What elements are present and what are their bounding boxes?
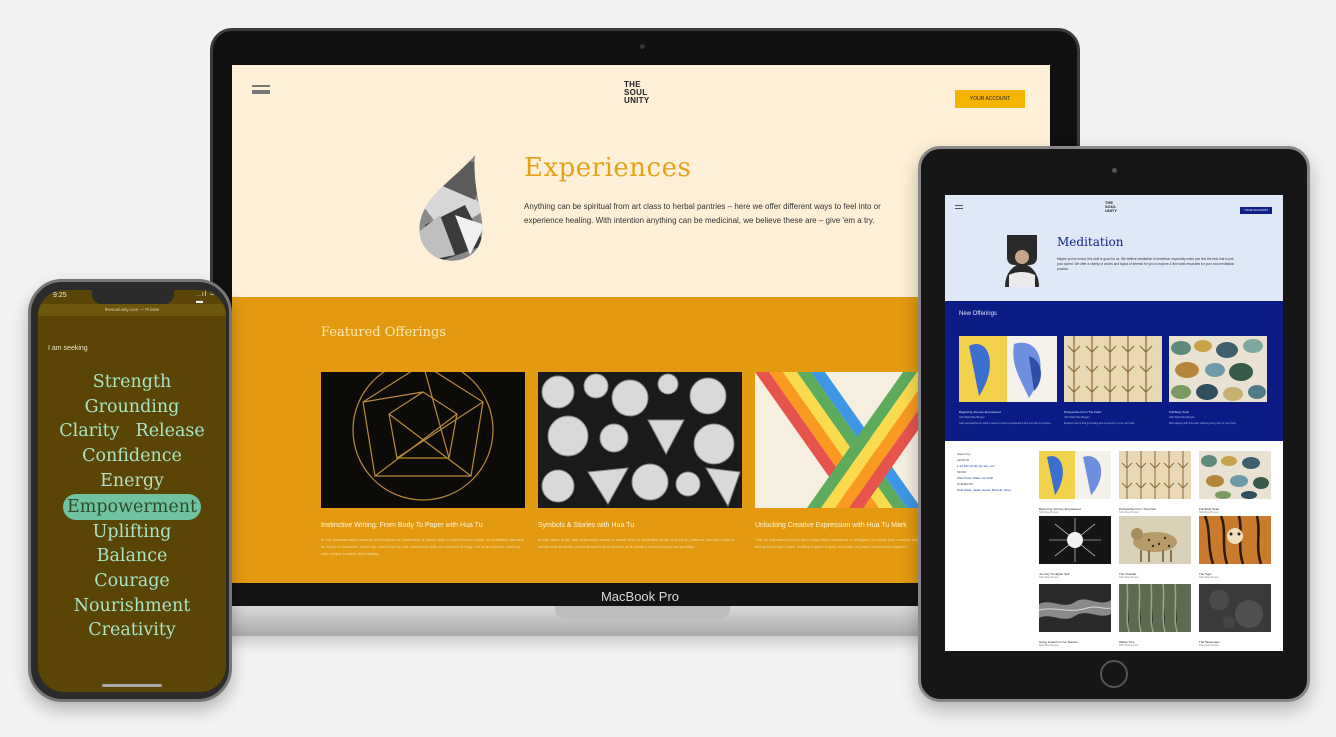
- grid-item[interactable]: Going Inward w/ Our Teacher Nikki Mae Be…: [1038, 584, 1112, 647]
- card-subtitle: with Nikki Mae Bergen: [1064, 416, 1090, 419]
- your-account-button[interactable]: YOUR ACCOUNT: [955, 90, 1025, 108]
- offering-card[interactable]: Symbols & Stories with Hua Tu In this cl…: [538, 372, 742, 550]
- word-energy[interactable]: Energy: [38, 469, 226, 494]
- item-subtitle: Nikki Mae Bergen: [1119, 511, 1139, 514]
- word-grounding[interactable]: Grounding: [38, 395, 226, 420]
- site-logo[interactable]: THE SOUL UNITY: [1105, 201, 1117, 213]
- card-title[interactable]: Perspective From The Field: [1064, 410, 1162, 414]
- word-row: Clarity Release: [38, 419, 226, 444]
- item-image: [1199, 451, 1271, 499]
- your-account-button[interactable]: YOUR ACCOUNT: [1240, 207, 1272, 214]
- card-description: Rest deeply with this scan relaxing ever…: [1169, 421, 1237, 425]
- tablet-hero: THE SOUL UNITY YOUR ACCOUNT Meditation May…: [945, 195, 1283, 301]
- tablet-home-button[interactable]: [1100, 660, 1128, 688]
- card-description: In this transformation session we'll exp…: [321, 537, 525, 556]
- hero-image: [419, 155, 483, 261]
- card-image: [538, 372, 742, 508]
- grid-item[interactable]: The Cheetah Nikki Mae Bergen: [1119, 516, 1191, 579]
- new-offering-card[interactable]: Full Body Scan with Nikki Mae Bergen Res…: [1169, 336, 1267, 425]
- featured-title: Featured Offerings: [321, 325, 447, 340]
- item-image: [1119, 451, 1191, 499]
- filter-sidebar: Search by LENGTH 1-10 Min 10-20 min 20+ …: [957, 451, 1027, 493]
- grid-item[interactable]: Journey To Higher Self Nikki Mae Bergen: [1039, 516, 1111, 579]
- laptop-notch: [555, 606, 730, 619]
- card-image: [321, 359, 525, 508]
- word-strength[interactable]: Strength: [38, 370, 226, 395]
- item-image: [1038, 584, 1112, 632]
- word-confidence[interactable]: Confidence: [38, 444, 226, 469]
- tablet-screen: THE SOUL UNITY YOUR ACCOUNT Meditation May…: [945, 195, 1283, 651]
- item-image: [1119, 583, 1191, 633]
- card-subtitle: with Nikki Mae Bergen: [959, 416, 985, 419]
- item-subtitle: Nikki Mae Bergen: [1119, 576, 1139, 579]
- new-offering-card[interactable]: Perspective From The Field with Nikki Ma…: [1064, 336, 1162, 425]
- item-image: [1039, 516, 1111, 564]
- grid-item[interactable]: Willow Tree Nikki Mae Bergen: [1119, 583, 1191, 647]
- phone-screen: 9:25 ..ıl ≈ ▬ thesoulunity.com — Private…: [38, 290, 226, 692]
- page-title: Meditation: [1057, 235, 1124, 249]
- meditation-image: [1005, 235, 1039, 287]
- site-logo[interactable]: THE SOUL UNITY: [624, 81, 664, 105]
- laptop-camera: [640, 44, 645, 49]
- item-image: [1199, 515, 1271, 565]
- card-title[interactable]: Full Body Scan: [1169, 410, 1267, 414]
- word-balance[interactable]: Balance: [38, 544, 226, 569]
- item-subtitle: Nikki Mae Bergen: [1039, 511, 1059, 514]
- card-title[interactable]: Beginning Journey Empowered: [959, 410, 1057, 414]
- card-title[interactable]: Symbols & Stories with Hua Tu: [538, 521, 742, 531]
- laptop-model-label: MacBook Pro: [600, 589, 680, 604]
- grid-item[interactable]: Beginning Journey Empowered Nikki Mae Be…: [1039, 451, 1111, 514]
- card-description: Gain perspective on what it means to fee…: [959, 421, 1052, 425]
- word-empowerment-selected[interactable]: Empowerment: [62, 493, 202, 520]
- item-subtitle: Nikki Mae Bergen: [1119, 644, 1139, 647]
- item-subtitle: Nikki Mae Bergen: [1199, 511, 1219, 514]
- card-title[interactable]: Instinctive Writing: From Body To Paper …: [321, 521, 525, 531]
- intention-word-list: Strength Grounding Clarity Release Confi…: [38, 370, 226, 643]
- seeking-prompt: I am seeking: [48, 345, 88, 352]
- hero-description: Anything can be spiritual from art class…: [524, 202, 881, 225]
- grid-item[interactable]: The Messenger Nikki Mae Bergen: [1199, 584, 1271, 647]
- phone-clock: 9:25: [53, 292, 67, 299]
- phone-notch: [92, 290, 174, 304]
- word-nourishment[interactable]: Nourishment: [38, 594, 226, 619]
- item-subtitle: Nikki Mae Bergen: [1199, 644, 1219, 647]
- address-bar[interactable]: thesoulunity.com — Private: [38, 304, 226, 316]
- guides-options[interactable]: Nina Wells, Jaden Garza, Michelle, More: [957, 487, 1027, 493]
- card-description: In this class, artist, self-expression c…: [538, 537, 735, 549]
- grid-item[interactable]: The Tiger Nikki Mae Bergen: [1199, 515, 1271, 579]
- hero-title: Experiences: [524, 153, 692, 183]
- card-image: [959, 336, 1057, 402]
- section-title: New Offerings: [959, 311, 997, 317]
- offering-card[interactable]: Instinctive Writing: From Body To Paper …: [321, 359, 525, 557]
- grid-item[interactable]: Perspective From The Field Nikki Mae Ber…: [1119, 451, 1191, 514]
- status-icons: ..ıl ≈ ▬: [196, 291, 216, 305]
- card-subtitle: with Nikki Mae Bergen: [1169, 416, 1195, 419]
- card-image: [1064, 336, 1162, 402]
- item-image: [1199, 584, 1271, 632]
- menu-icon[interactable]: [955, 205, 963, 209]
- tablet-camera: [1112, 168, 1117, 173]
- word-release[interactable]: Release: [136, 419, 205, 444]
- item-subtitle: Nikki Mae Bergen: [1039, 644, 1059, 647]
- new-offering-card[interactable]: Beginning Journey Empowered with Nikki M…: [959, 336, 1057, 425]
- page-description: Maybe you've heard, this stuff is good f…: [1057, 257, 1235, 271]
- card-description: Explore how to find grounding and presen…: [1064, 421, 1135, 425]
- new-offerings-section: New Offerings Beginning Journey Empowere…: [945, 301, 1283, 441]
- item-subtitle: Nikki Mae Bergen: [1039, 576, 1059, 579]
- word-uplifting[interactable]: Uplifting: [38, 520, 226, 545]
- item-subtitle: Nikki Mae Bergen: [1199, 576, 1219, 579]
- home-indicator[interactable]: [102, 684, 162, 687]
- device-mockup-scene: THE SOUL UNITY YOUR ACCOUNT Experiences …: [0, 0, 1336, 737]
- item-image: [1039, 451, 1111, 499]
- word-creativity[interactable]: Creativity: [38, 618, 226, 643]
- item-image: [1119, 516, 1191, 564]
- menu-icon[interactable]: [252, 85, 270, 94]
- card-image: [1169, 336, 1267, 402]
- word-clarity[interactable]: Clarity: [59, 419, 119, 444]
- word-courage[interactable]: Courage: [38, 569, 226, 594]
- grid-item[interactable]: Full Body Scan Nikki Mae Bergen: [1199, 451, 1271, 514]
